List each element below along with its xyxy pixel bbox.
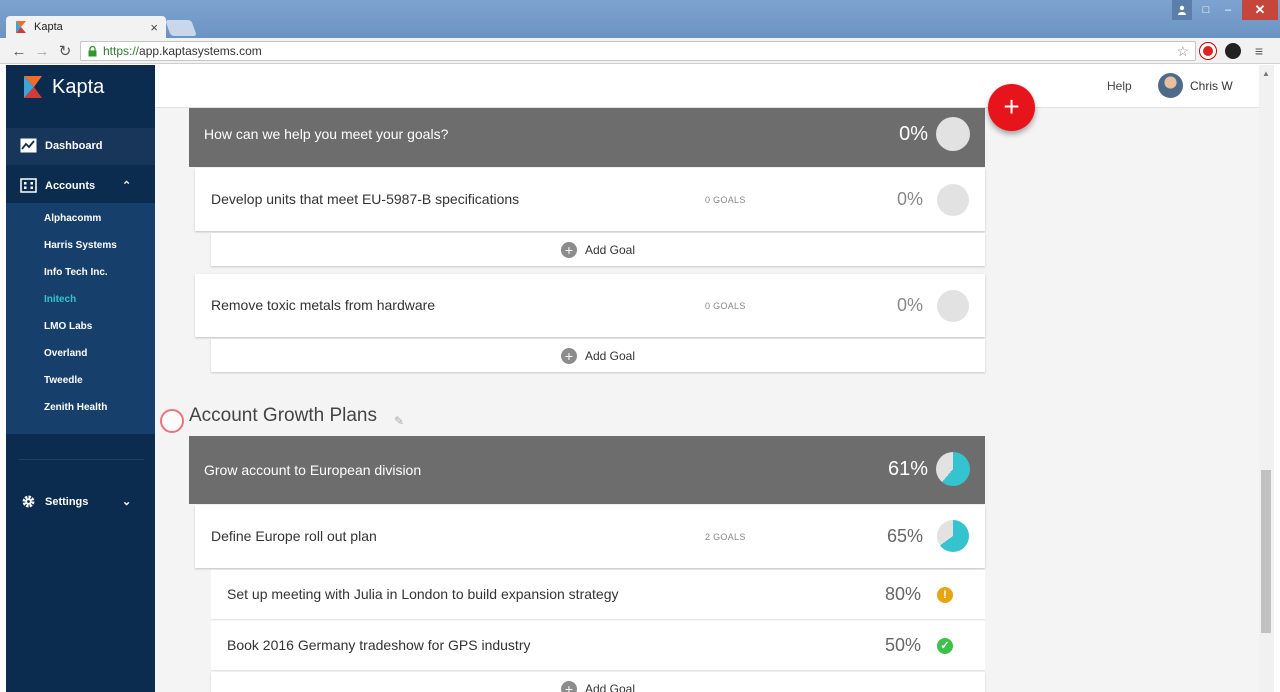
brand-name: Kapta [52, 75, 105, 98]
add-goal-button[interactable]: + Add Goal [211, 672, 985, 692]
goal-card[interactable]: Remove toxic metals from hardware 0 GOAL… [195, 274, 985, 337]
goal-count: 0 GOALS [705, 301, 746, 311]
add-goal-label: Add Goal [584, 242, 636, 257]
goal-header-grow-europe[interactable]: Grow account to European division 61% [189, 436, 985, 504]
nav-dashboard[interactable]: Dashboard [20, 138, 102, 153]
account-item-alphacomm[interactable]: Alphacomm [44, 213, 101, 224]
subgoal-row[interactable]: Set up meeting with Julia in London to b… [211, 570, 985, 620]
section-title: Account Growth Plans [189, 405, 377, 426]
sidebar: Kapta Dashboard Accounts ⌃ Alphacomm Har… [6, 65, 155, 692]
progress-pie-icon [936, 452, 970, 486]
scrollbar-thumb[interactable] [1261, 470, 1271, 633]
user-name[interactable]: Chris W [1190, 79, 1233, 93]
account-item-harris-systems[interactable]: Harris Systems [44, 240, 117, 251]
nav-accounts-label: Accounts [45, 179, 96, 192]
brand-logo[interactable]: Kapta [22, 75, 104, 99]
app-header: Help Chris W [155, 65, 1259, 108]
main-content: Help Chris W How can we help you meet yo… [155, 65, 1259, 692]
goal-card-percent: 0% [896, 189, 923, 209]
goal-card-percent: 0% [896, 295, 923, 315]
goal-card-title: Develop units that meet EU-5987-B specif… [211, 191, 520, 207]
account-item-overland[interactable]: Overland [44, 348, 87, 359]
subgoal-title: Set up meeting with Julia in London to b… [227, 586, 619, 602]
reload-icon[interactable]: ↻ [56, 42, 74, 60]
progress-pie-icon [936, 117, 970, 151]
goal-header-help-meet-goals[interactable]: How can we help you meet your goals? 0% [189, 108, 985, 167]
account-item-info-tech[interactable]: Info Tech Inc. [44, 267, 108, 278]
kapta-logo-icon [24, 76, 42, 98]
extension-dark-icon[interactable] [1225, 43, 1241, 59]
pencil-edit-icon[interactable]: ✎ [394, 414, 406, 428]
account-item-initech[interactable]: Initech [44, 294, 76, 305]
window-minimize-button[interactable]: – [1218, 0, 1238, 20]
extension-opera-icon[interactable] [1200, 43, 1216, 59]
add-goal-button[interactable]: + Add Goal [211, 233, 985, 266]
accounts-subnav [6, 203, 155, 434]
browser-titlebar: Kapta × – □ ✕ [0, 0, 1280, 38]
back-icon[interactable]: ← [10, 42, 28, 60]
add-goal-label: Add Goal [584, 681, 636, 692]
subgoal-percent: 80% [884, 584, 921, 604]
browser-toolbar: ← → ↻ https:// app.kaptasystems.com ☆ ≡ [0, 38, 1280, 64]
goal-card-percent: 65% [886, 526, 923, 546]
gear-icon [22, 495, 35, 508]
warning-icon: ! [937, 587, 953, 603]
goal-card-title: Define Europe roll out plan [211, 528, 377, 544]
check-icon: ✓ [937, 638, 953, 654]
building-icon [20, 178, 37, 193]
nav-settings-label: Settings [45, 495, 89, 508]
scroll-up-arrow-icon[interactable]: ▲ [1262, 69, 1270, 78]
progress-pie-icon [937, 520, 969, 552]
account-item-zenith-health[interactable]: Zenith Health [44, 402, 107, 413]
nav-accounts[interactable]: Accounts ⌃ [20, 178, 131, 193]
page-scrollbar[interactable]: ▲ [1259, 65, 1274, 692]
tab-title: Kapta [34, 21, 63, 33]
forward-icon[interactable]: → [33, 42, 51, 60]
avatar[interactable] [1158, 73, 1183, 98]
add-fab-button[interactable]: + [988, 84, 1035, 131]
browser-tab[interactable]: Kapta × [6, 16, 166, 38]
subgoal-percent: 50% [884, 635, 921, 655]
goal-percent: 61% [887, 458, 928, 480]
add-goal-label: Add Goal [584, 348, 636, 363]
bookmark-star-icon[interactable]: ☆ [1176, 43, 1189, 60]
chart-icon [20, 138, 37, 153]
click-indicator [160, 409, 184, 433]
goal-count: 2 GOALS [705, 532, 746, 542]
kapta-favicon-icon [16, 21, 26, 33]
url-host: app.kaptasystems.com [139, 44, 262, 58]
add-goal-button[interactable]: + Add Goal [211, 339, 985, 372]
address-bar[interactable]: https:// app.kaptasystems.com ☆ [80, 41, 1196, 61]
goal-card[interactable]: Develop units that meet EU-5987-B specif… [195, 168, 985, 231]
progress-pie-icon [937, 184, 969, 216]
add-circle-icon: + [560, 680, 577, 692]
goal-title: Grow account to European division [204, 462, 422, 478]
goal-count: 0 GOALS [705, 195, 746, 205]
tab-close-icon[interactable]: × [150, 20, 158, 35]
nav-dashboard-label: Dashboard [45, 139, 103, 152]
goal-card-title: Remove toxic metals from hardware [211, 297, 436, 313]
goal-title: How can we help you meet your goals? [204, 126, 449, 142]
browser-menu-icon[interactable]: ≡ [1250, 42, 1268, 60]
account-item-lmo-labs[interactable]: LMO Labs [44, 321, 92, 332]
user-profile-icon[interactable] [1172, 0, 1192, 20]
nav-settings[interactable]: Settings ⌄ [20, 494, 131, 509]
help-link[interactable]: Help [1107, 79, 1132, 93]
chevron-up-icon[interactable]: ⌃ [122, 179, 131, 192]
add-circle-icon: + [560, 347, 577, 364]
goal-percent: 0% [899, 123, 928, 145]
subgoal-title: Book 2016 Germany tradeshow for GPS indu… [227, 637, 531, 653]
window-maximize-button[interactable]: □ [1196, 0, 1216, 20]
new-tab-button[interactable] [165, 20, 197, 36]
add-circle-icon: + [560, 241, 577, 258]
progress-pie-icon [937, 290, 969, 322]
url-scheme: https:// [103, 44, 140, 58]
window-close-button[interactable]: ✕ [1242, 0, 1278, 20]
chevron-down-icon[interactable]: ⌄ [122, 495, 131, 508]
subgoal-row[interactable]: Book 2016 Germany tradeshow for GPS indu… [211, 621, 985, 671]
lock-icon [88, 45, 97, 56]
sidebar-divider [18, 459, 144, 460]
account-item-tweedle[interactable]: Tweedle [44, 375, 83, 386]
goal-card[interactable]: Define Europe roll out plan 2 GOALS 65% [195, 505, 985, 568]
